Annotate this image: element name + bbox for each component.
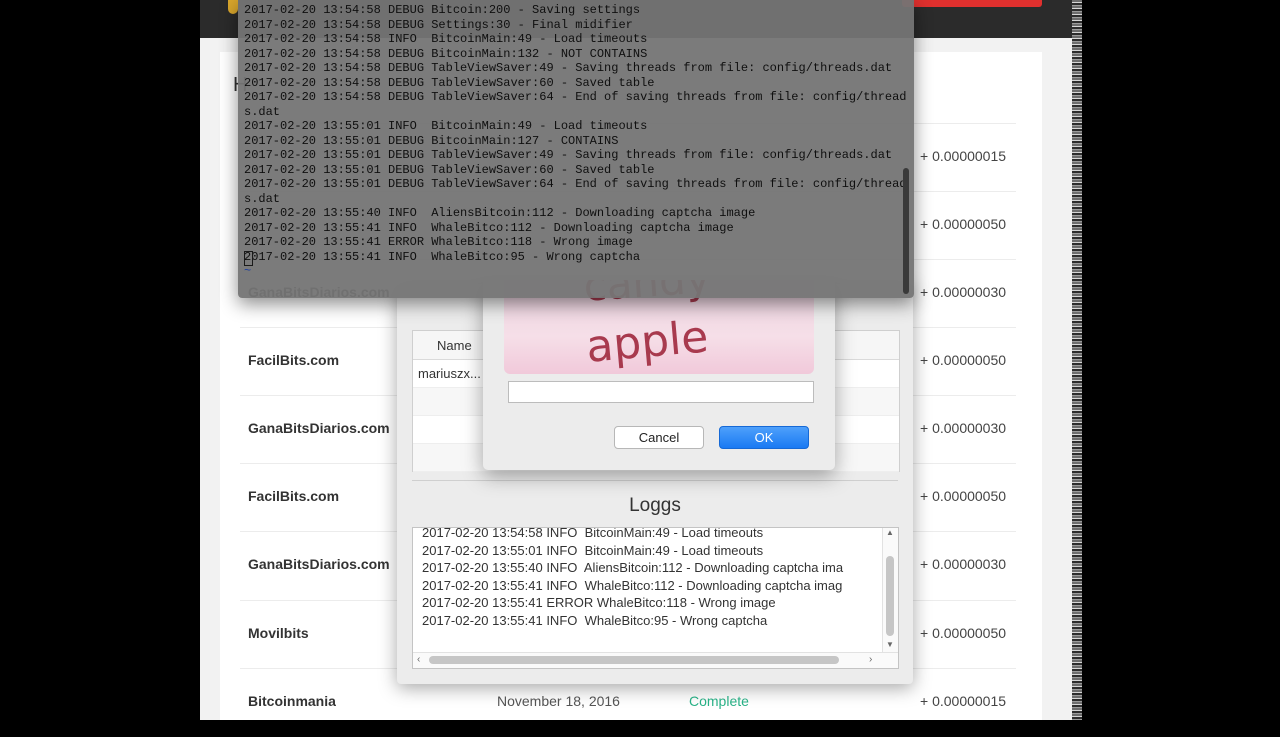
terminal-line: s.dat (244, 104, 281, 119)
table-cell-name: mariuszx... (418, 366, 481, 381)
transaction-amount: + 0.00000015 (920, 693, 1007, 709)
terminal-scrollbar[interactable] (903, 168, 909, 294)
loggs-title: Loggs (629, 495, 681, 516)
site-name: GanaBitsDiarios.com (248, 556, 390, 572)
site-name: Movilbits (248, 625, 309, 641)
terminal-line: 2017-02-20 13:55:01 DEBUG BitcoinMain:12… (244, 133, 619, 148)
captcha-dialog: candy apple Cancel OK (483, 280, 835, 470)
scroll-up-icon[interactable]: ▲ (886, 528, 894, 537)
ok-button[interactable]: OK (719, 426, 809, 449)
transaction-amount: + 0.00000030 (920, 420, 1007, 436)
loggs-text-area[interactable]: 2017-02-20 13:54:58 INFO BitcoinMain:49 … (412, 527, 899, 669)
log-line: 2017-02-20 13:55:41 ERROR WhaleBitco:118… (422, 595, 776, 610)
cancel-button[interactable]: Cancel (614, 426, 704, 449)
terminal-line: 2017-02-20 13:55:01 DEBUG TableViewSaver… (244, 148, 893, 162)
transaction-amount: + 0.00000050 (920, 216, 1007, 232)
scroll-thumb[interactable] (886, 556, 894, 636)
transaction-amount: + 0.00000015 (920, 148, 1007, 164)
header-action-button[interactable] (902, 0, 1042, 7)
terminal-line: 2017-02-20 13:54:58 DEBUG TableViewSaver… (244, 61, 893, 75)
transaction-amount: + 0.00000050 (920, 352, 1007, 368)
transaction-amount: + 0.00000030 (920, 556, 1007, 572)
screen-edge-noise (1072, 0, 1082, 720)
transaction-status: Complete (689, 693, 749, 709)
terminal-line: 2017-02-20 13:54:58 INFO BitcoinMain:49 … (244, 32, 648, 46)
transaction-amount: + 0.00000050 (920, 625, 1007, 641)
captcha-text: apple (584, 311, 710, 372)
terminal-line: 2017-02-20 13:54:58 DEBUG Settings:30 - … (244, 17, 633, 32)
terminal-line: 2017-02-20 13:54:58 DEBUG TableViewSaver… (244, 90, 907, 104)
terminal-empty-line-marker: ~ (244, 264, 252, 278)
log-line: 2017-02-20 13:55:41 INFO WhaleBitco:95 -… (422, 612, 768, 628)
terminal-line: 2017-02-20 13:55:41 INFO WhaleBitco:112 … (244, 220, 734, 235)
transaction-date: November 18, 2016 (497, 693, 620, 709)
terminal-window[interactable]: 2017-02-20 13:54:58 DEBUG Bitcoin:200 - … (238, 0, 914, 298)
terminal-line: 2017-02-20 13:55:41 INFO WhaleBitco:95 -… (244, 249, 641, 264)
site-name: Bitcoinmania (248, 693, 336, 709)
site-name: FacilBits.com (248, 488, 340, 504)
scroll-down-icon[interactable]: ▼ (886, 640, 894, 649)
terminal-line: 2017-02-20 13:54:58 DEBUG BitcoinMain:13… (244, 46, 648, 61)
log-line: 2017-02-20 13:54:58 INFO BitcoinMain:49 … (422, 527, 764, 540)
terminal-line: s.dat (244, 191, 281, 206)
scroll-thumb[interactable] (429, 656, 839, 664)
log-line: 2017-02-20 13:55:41 INFO WhaleBitco:112 … (422, 577, 843, 593)
log-line: 2017-02-20 13:55:01 INFO BitcoinMain:49 … (422, 542, 764, 558)
loggs-vertical-scrollbar[interactable]: ▲ ▼ (882, 528, 898, 652)
loggs-horizontal-scrollbar[interactable]: ‹ › (413, 652, 898, 668)
site-name: FacilBits.com (248, 352, 340, 368)
terminal-line: 2017-02-20 13:55:01 DEBUG TableViewSaver… (244, 162, 655, 177)
terminal-line: 2017-02-20 13:55:01 INFO BitcoinMain:49 … (244, 119, 648, 133)
terminal-output: 2017-02-20 13:54:58 DEBUG Bitcoin:200 - … (244, 3, 907, 264)
terminal-line: 2017-02-20 13:55:40 INFO AliensBitcoin:1… (244, 206, 756, 220)
site-logo[interactable] (228, 0, 238, 14)
scroll-left-icon[interactable]: ‹ (417, 654, 420, 665)
scroll-right-icon[interactable]: › (869, 654, 872, 665)
captcha-answer-input[interactable] (508, 381, 814, 403)
transaction-amount: + 0.00000050 (920, 488, 1007, 504)
divider (412, 480, 898, 481)
column-name-header[interactable]: Name (437, 338, 472, 353)
site-name: GanaBitsDiarios.com (248, 420, 390, 436)
terminal-line: 2017-02-20 13:55:41 ERROR WhaleBitco:118… (244, 235, 633, 249)
terminal-line: 2017-02-20 13:54:58 DEBUG Bitcoin:200 - … (244, 3, 641, 17)
loggs-lines: 2017-02-20 13:54:58 INFO BitcoinMain:49 … (422, 527, 844, 629)
terminal-line: 2017-02-20 13:54:58 DEBUG TableViewSaver… (244, 75, 655, 90)
log-line: 2017-02-20 13:55:40 INFO AliensBitcoin:1… (422, 560, 844, 575)
transaction-amount: + 0.00000030 (920, 284, 1007, 300)
terminal-line: 2017-02-20 13:55:01 DEBUG TableViewSaver… (244, 177, 907, 191)
